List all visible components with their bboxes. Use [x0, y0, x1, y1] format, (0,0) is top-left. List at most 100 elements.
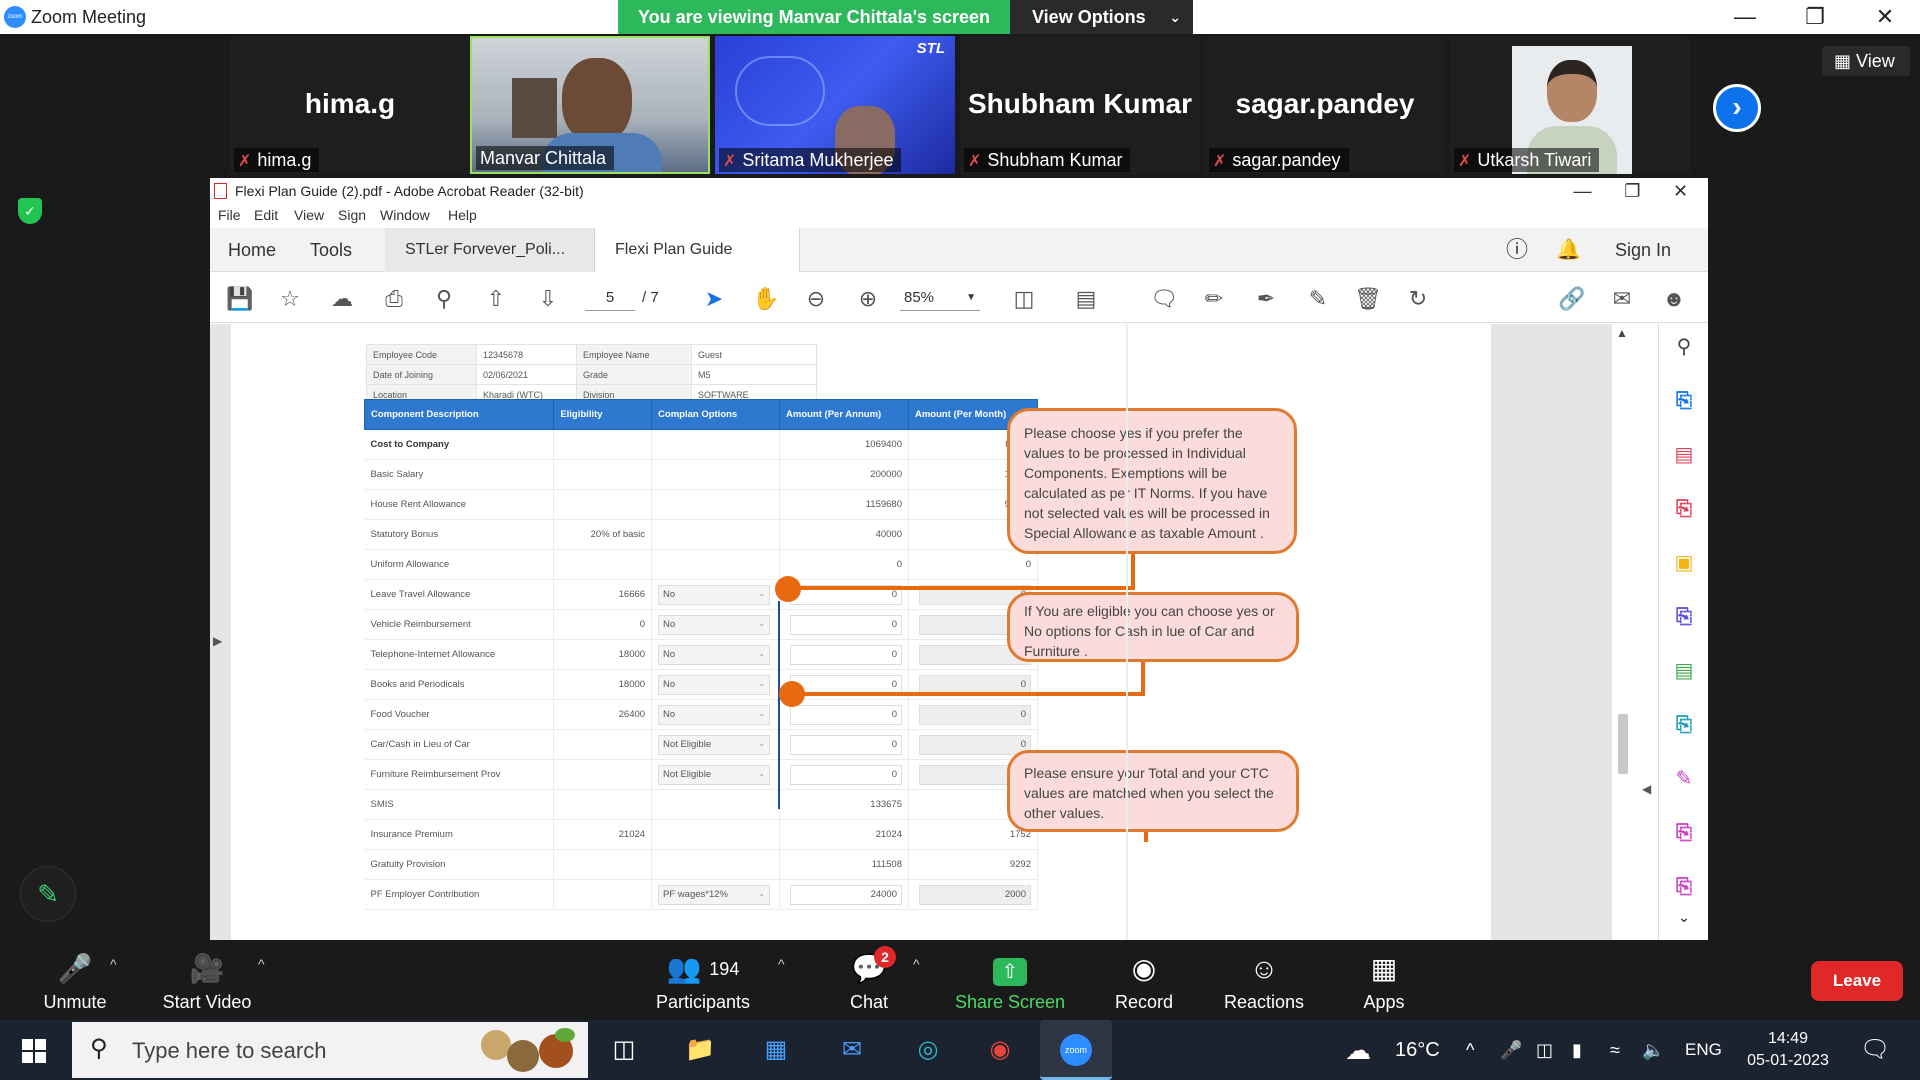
share-screen-button[interactable]: ⇧ Share Screen [935, 950, 1085, 1013]
option-select[interactable]: No ⌄ [658, 614, 771, 635]
volume-icon[interactable]: 🔈 [1642, 1020, 1664, 1080]
next-participants-button[interactable]: › [1713, 84, 1761, 132]
annum-input[interactable]: 0 [789, 734, 902, 755]
annum-input[interactable]: 0 [789, 614, 902, 635]
previous-page-icon[interactable]: ⇧ [482, 285, 510, 313]
collapse-right-panel-icon[interactable]: ◀ [1642, 782, 1651, 796]
video-options-caret-icon[interactable]: ^ [258, 956, 265, 972]
tray-overflow-icon[interactable]: ^ [1466, 1020, 1474, 1080]
document-viewport[interactable]: ▶ Employee Code 12345678 Employee Name G… [210, 324, 1651, 940]
draw-icon[interactable]: ✒ [1252, 285, 1280, 313]
chrome-browser-icon[interactable]: ◉ [980, 1030, 1020, 1070]
participant-tile[interactable]: STL ✗ Sritama Mukherjee [715, 36, 955, 174]
scrollbar-thumb[interactable] [1618, 714, 1628, 774]
share-link-icon[interactable]: 🔗 [1558, 285, 1586, 313]
edge-browser-icon[interactable]: ◎ [908, 1030, 948, 1070]
menu-edit[interactable]: Edit [254, 207, 278, 223]
organize-pages-icon[interactable]: ▤ [1671, 442, 1697, 468]
zoom-in-icon[interactable]: ⊕ [854, 285, 882, 313]
participants-button[interactable]: 👥 194 Participants [628, 950, 778, 1013]
weather-icon[interactable]: ☁ [1345, 1020, 1371, 1080]
menu-help[interactable]: Help [448, 207, 477, 223]
language-indicator[interactable]: ENG [1685, 1020, 1722, 1080]
tab-tools[interactable]: Tools [310, 228, 352, 272]
menu-file[interactable]: File [218, 207, 241, 223]
menu-view[interactable]: View [294, 207, 324, 223]
windows-start-icon[interactable] [16, 1034, 56, 1066]
acrobat-restore-button[interactable]: ❐ [1605, 178, 1660, 204]
minimize-button[interactable]: — [1710, 0, 1780, 34]
leave-button[interactable]: Leave [1811, 961, 1903, 1001]
next-page-icon[interactable]: ⇩ [534, 285, 562, 313]
option-select[interactable]: No ⌄ [658, 584, 771, 605]
chevron-down-icon[interactable]: ⌄ [1671, 904, 1697, 930]
bookmark-star-icon[interactable]: ☆ [276, 285, 304, 313]
scroll-mode-icon[interactable]: ▤ [1072, 285, 1100, 313]
annum-input[interactable]: 0 [789, 764, 902, 785]
participants-options-caret-icon[interactable]: ^ [778, 956, 785, 972]
task-view-icon[interactable]: ◫ [604, 1030, 644, 1070]
tab-document-active[interactable]: Flexi Plan Guide (2)...✕ [595, 228, 800, 303]
vertical-scrollbar[interactable]: ▲ [1612, 324, 1634, 940]
security-shield-icon[interactable]: ✓ [18, 198, 42, 224]
export-pdf-icon[interactable]: ⎘ [1671, 388, 1697, 414]
acrobat-close-button[interactable]: ✕ [1653, 178, 1708, 204]
participant-tile[interactable]: sagar.pandey ✗ sagar.pandey [1205, 36, 1445, 174]
participant-tile[interactable]: ✗ Utkarsh Tiwari [1450, 36, 1690, 174]
unmute-button[interactable]: 🎤 Unmute [0, 950, 150, 1013]
page-fit-icon[interactable]: ◫ [1010, 285, 1038, 313]
sign-in-button[interactable]: Sign In [1615, 228, 1671, 272]
battery-icon[interactable]: ▮ [1572, 1020, 1582, 1080]
delete-icon[interactable]: 🗑 [1354, 285, 1382, 313]
chat-options-caret-icon[interactable]: ^ [913, 956, 920, 972]
wifi-icon[interactable]: ≈ [1610, 1020, 1620, 1080]
expand-left-panel-icon[interactable]: ▶ [213, 634, 222, 648]
taskbar-search-box[interactable]: ⚲ Type here to search [72, 1022, 588, 1078]
acrobat-minimize-button[interactable]: — [1555, 178, 1610, 204]
comment-panel-icon[interactable]: ▣ [1671, 550, 1697, 576]
option-select[interactable]: No ⌄ [658, 674, 771, 695]
apps-button[interactable]: ▦ Apps [1309, 950, 1459, 1013]
file-explorer-icon[interactable]: 📁 [680, 1030, 720, 1070]
option-select[interactable]: No ⌄ [658, 704, 771, 725]
page-number-input[interactable]: 5 [585, 285, 635, 311]
microsoft-store-icon[interactable]: ▦ [756, 1030, 796, 1070]
audio-options-caret-icon[interactable]: ^ [110, 956, 117, 972]
option-select[interactable]: Not Eligible ⌄ [658, 734, 771, 755]
zoom-taskbar-icon[interactable]: zoom [1040, 1020, 1112, 1080]
edit-pdf-icon[interactable]: ⎘ [1671, 820, 1697, 846]
more-tools-icon[interactable]: ⎘ [1671, 874, 1697, 900]
participant-tile[interactable]: hima.g ✗ hima.g [230, 36, 470, 174]
tab-document[interactable]: STLer Forvever_Poli... [385, 228, 595, 272]
hand-tool-icon[interactable]: ✋ [752, 285, 780, 313]
rotate-icon[interactable]: ↻ [1404, 285, 1432, 313]
microphone-icon[interactable]: 🎤 [1500, 1020, 1522, 1080]
notification-bell-icon[interactable]: 🔔 [1556, 228, 1581, 272]
search-zoom-icon[interactable]: ⚲ [1671, 334, 1697, 360]
system-clock[interactable]: 14:49 05-01-2023 [1733, 1028, 1843, 1072]
annotate-pencil-icon[interactable]: ✎ [20, 866, 76, 922]
upload-cloud-icon[interactable]: ☁ [328, 285, 356, 313]
select-cursor-icon[interactable]: ➤ [700, 285, 728, 313]
option-select[interactable]: PF wages*12% ⌄ [658, 884, 771, 905]
share-user-icon[interactable]: ☻ [1660, 285, 1688, 313]
search-icon[interactable]: ⚲ [430, 285, 458, 313]
restore-button[interactable]: ❐ [1780, 0, 1850, 34]
menu-window[interactable]: Window [380, 207, 430, 223]
stamp-icon[interactable]: ✎ [1304, 285, 1332, 313]
option-select[interactable]: No ⌄ [658, 644, 771, 665]
participant-tile[interactable]: Shubham Kumar ✗ Shubham Kumar [960, 36, 1200, 174]
chat-button[interactable]: 💬 2 Chat [794, 946, 944, 1013]
annum-input[interactable]: 0 [789, 644, 902, 665]
combine-files-icon[interactable]: ⎘ [1671, 604, 1697, 630]
annum-input[interactable]: 0 [789, 704, 902, 725]
view-options-button[interactable]: View Options ⌄ [1010, 0, 1193, 34]
comment-icon[interactable]: 🗨 [1150, 285, 1178, 313]
option-select[interactable]: Not Eligible ⌄ [658, 764, 771, 785]
help-icon[interactable]: ⓘ [1506, 228, 1528, 272]
create-pdf-icon[interactable]: ⎘ [1671, 496, 1697, 522]
close-button[interactable]: ✕ [1850, 0, 1920, 34]
menu-sign[interactable]: Sign [338, 207, 366, 223]
tab-home[interactable]: Home [228, 228, 276, 272]
zoom-level-select[interactable]: 85% ▼ [900, 285, 980, 311]
